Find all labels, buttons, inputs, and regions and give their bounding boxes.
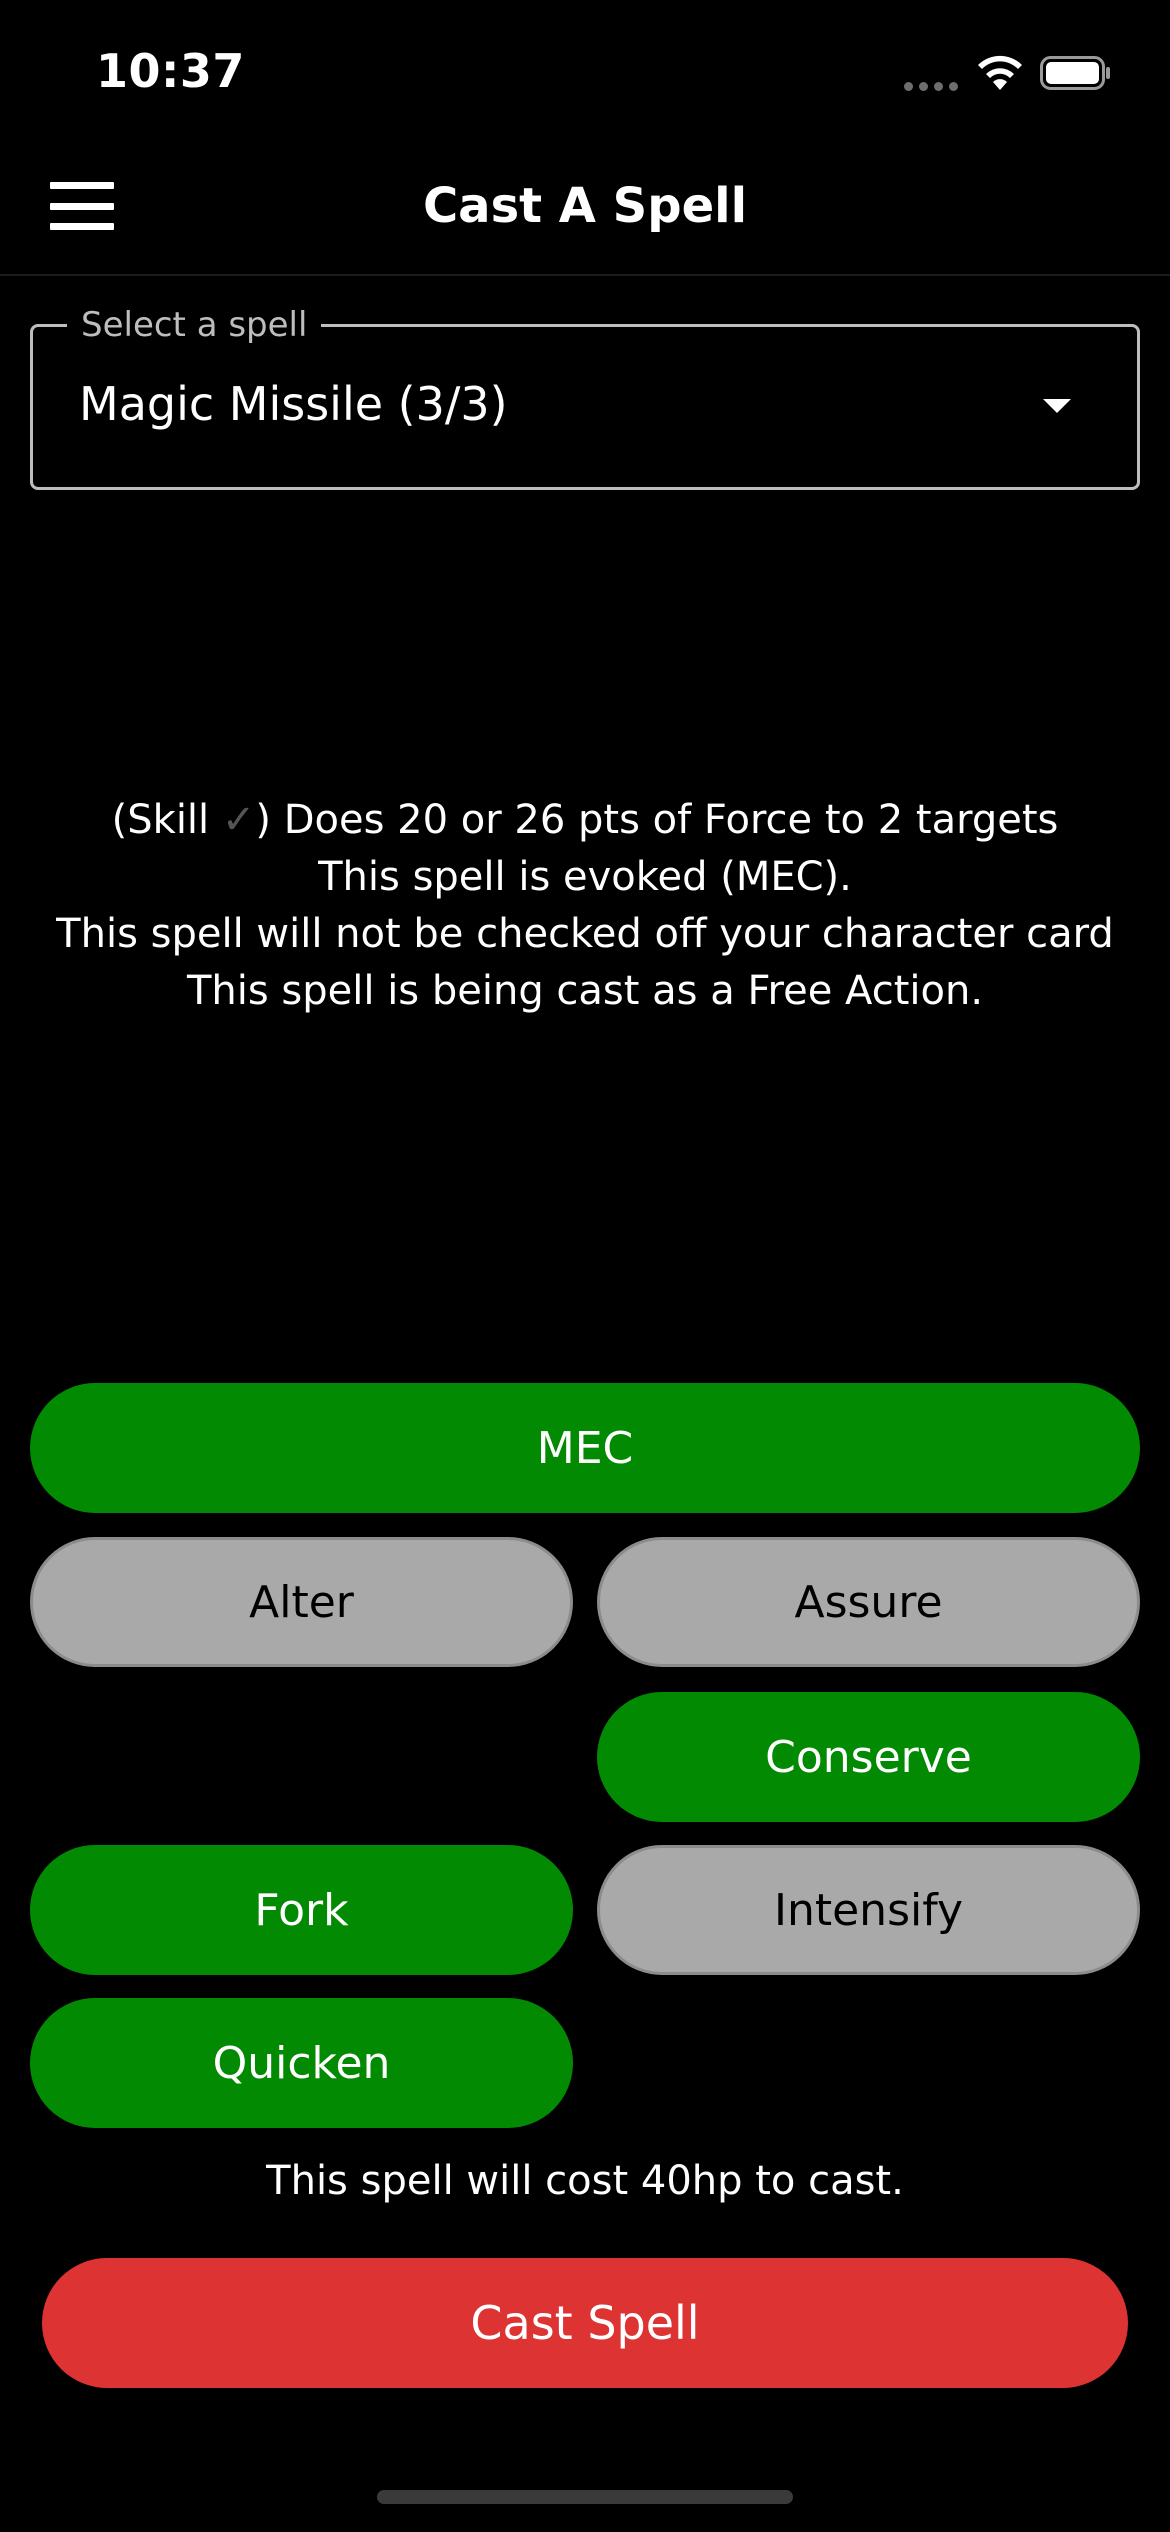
home-indicator[interactable] — [377, 2490, 793, 2504]
check-mark-icon: ✓ — [221, 797, 256, 843]
nav-bar: Cast A Spell — [0, 140, 1170, 276]
description-damage-text: ) Does 20 or 26 pts of Force to 2 target… — [255, 797, 1059, 843]
spell-select-value: Magic Missile (3/3) — [79, 377, 508, 431]
quicken-toggle-button[interactable]: Quicken — [30, 1998, 573, 2128]
spell-select-label: Select a spell — [67, 305, 322, 345]
description-line-1: (Skill ✓) Does 20 or 26 pts of Force to … — [0, 792, 1170, 849]
battery-icon — [1040, 56, 1110, 90]
caret-down-icon — [1043, 399, 1071, 413]
cast-spell-button[interactable]: Cast Spell — [42, 2258, 1128, 2388]
description-line-2: This spell is evoked (MEC). — [318, 854, 852, 900]
fork-toggle-button[interactable]: Fork — [30, 1845, 573, 1975]
conserve-toggle-button[interactable]: Conserve — [597, 1692, 1140, 1822]
assure-toggle-button[interactable]: Assure — [597, 1537, 1140, 1667]
spell-cost-text: This spell will cost 40hp to cast. — [266, 2158, 904, 2204]
mec-toggle-button[interactable]: MEC — [30, 1383, 1140, 1513]
intensify-toggle-button[interactable]: Intensify — [597, 1845, 1140, 1975]
spell-description: (Skill ✓) Does 20 or 26 pts of Force to … — [0, 792, 1170, 1020]
status-time: 10:37 — [96, 44, 245, 98]
description-skill-prefix: (Skill — [111, 797, 222, 843]
wifi-icon — [978, 55, 1022, 90]
alter-toggle-button[interactable]: Alter — [30, 1537, 573, 1667]
description-line-3: This spell will not be checked off your … — [56, 911, 1114, 957]
description-line-4: This spell is being cast as a Free Actio… — [186, 968, 984, 1014]
page-title: Cast A Spell — [422, 178, 748, 234]
spell-select-dropdown[interactable]: Select a spell Magic Missile (3/3) — [30, 305, 1140, 490]
status-bar: 10:37 — [0, 0, 1170, 140]
cellular-signal-icon — [904, 82, 958, 91]
